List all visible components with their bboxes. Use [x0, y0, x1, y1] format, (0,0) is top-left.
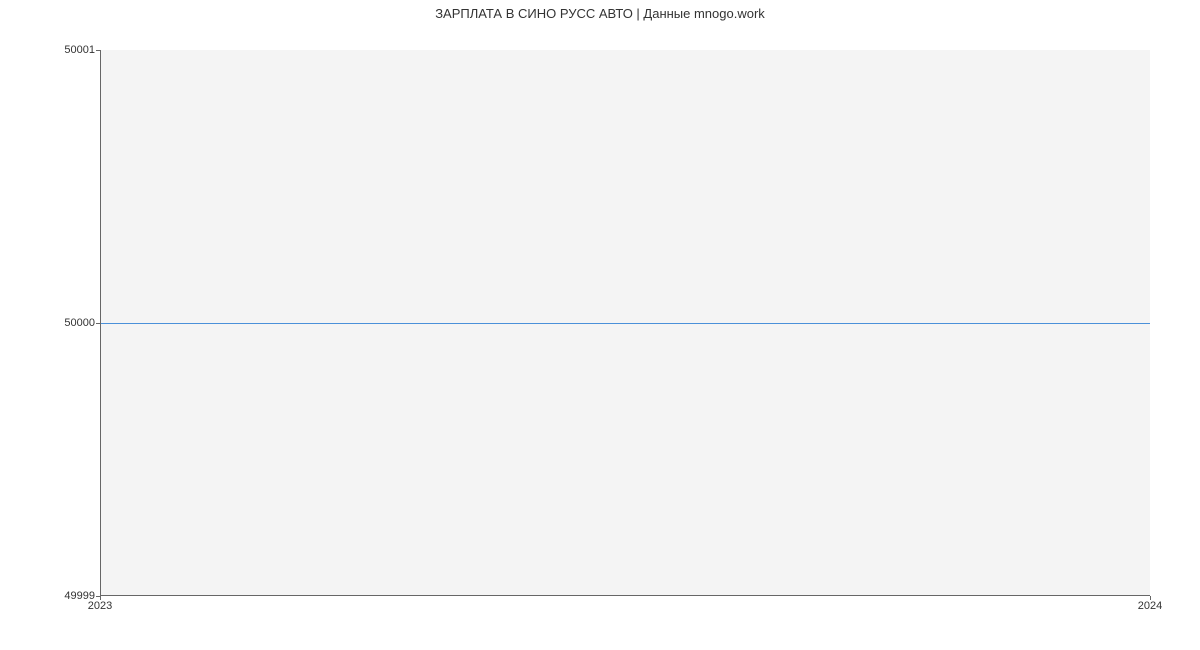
y-tick-label: 50000: [64, 317, 95, 329]
x-tick-mark: [100, 596, 101, 600]
plot-area: [100, 50, 1150, 596]
y-tick-mark: [96, 50, 100, 51]
data-line: [101, 323, 1150, 324]
y-tick-mark: [96, 323, 100, 324]
chart-title: ЗАРПЛАТА В СИНО РУСС АВТО | Данные mnogo…: [0, 6, 1200, 21]
x-tick-label: 2024: [1138, 600, 1162, 612]
y-tick-label: 50001: [64, 44, 95, 56]
x-tick-label: 2023: [88, 600, 112, 612]
x-tick-mark: [1150, 596, 1151, 600]
